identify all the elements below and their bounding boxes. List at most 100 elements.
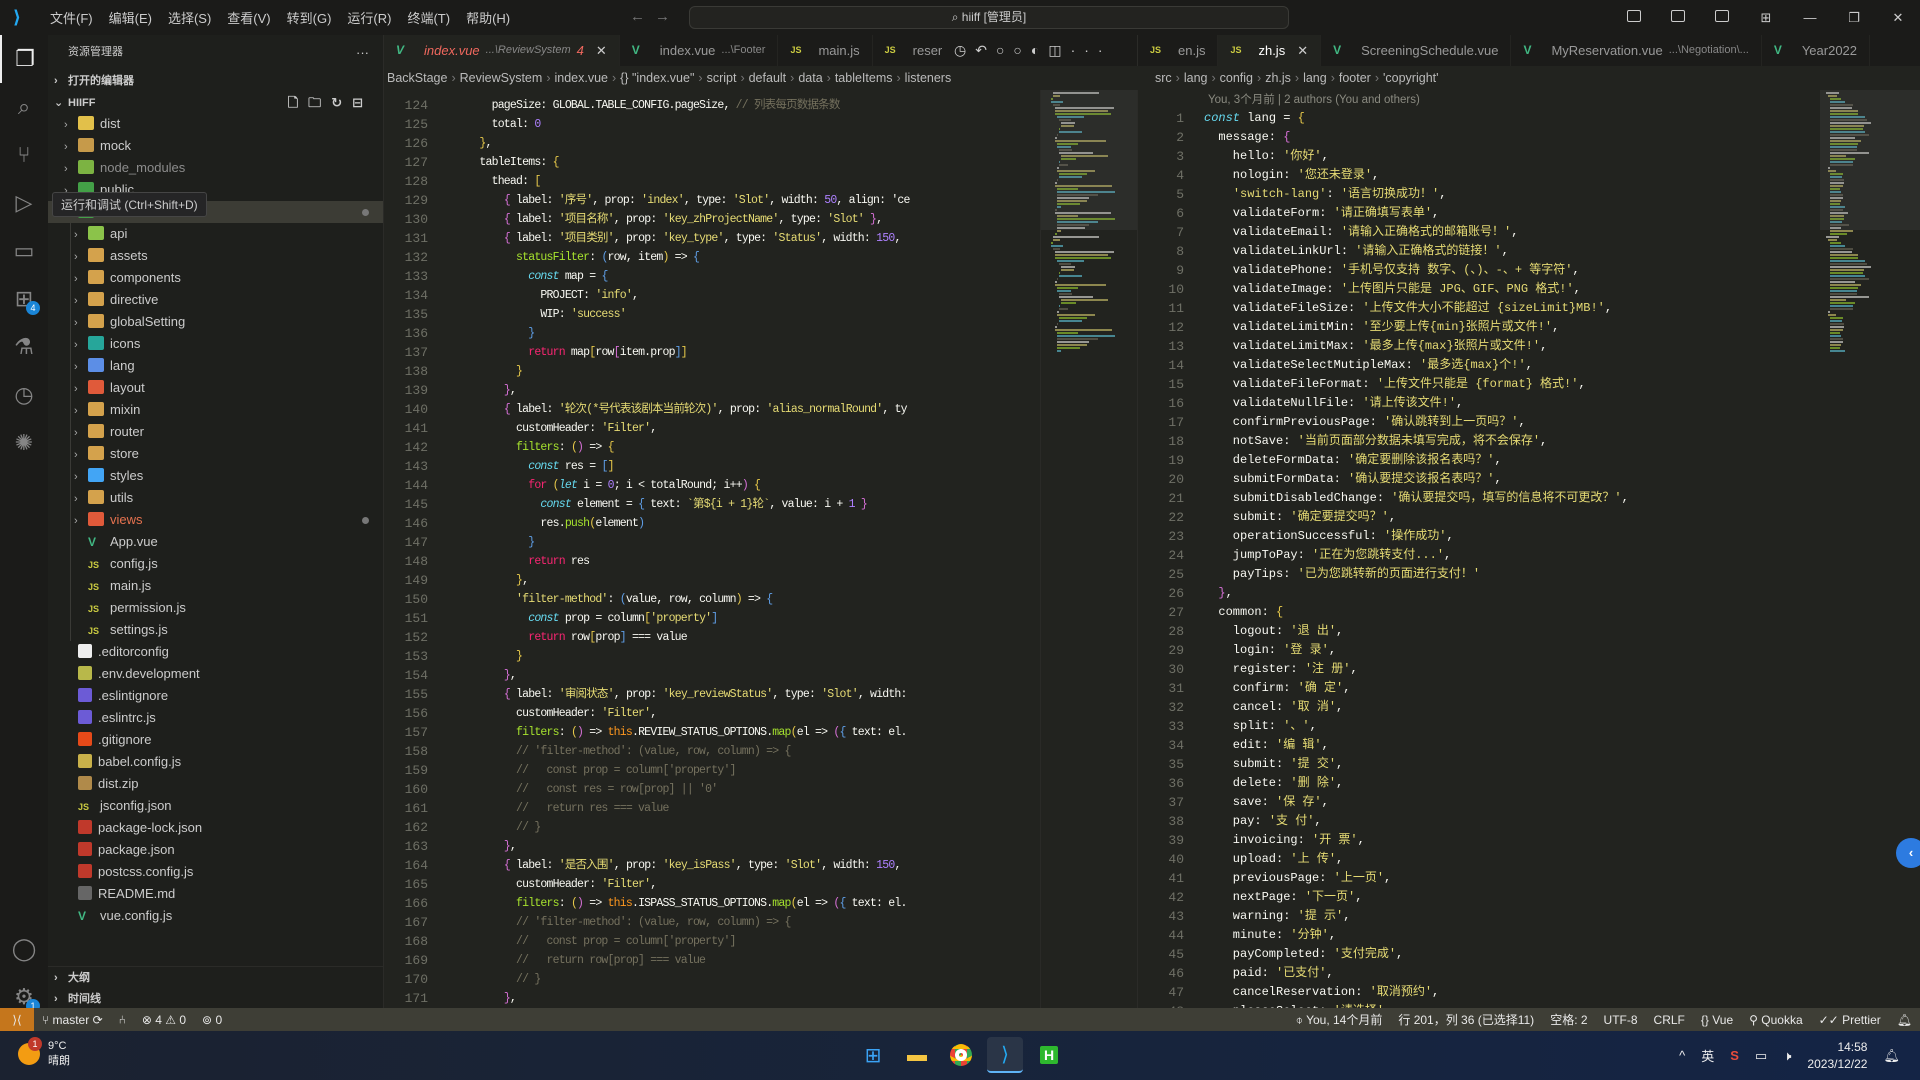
git-graph-icon[interactable]: ⑃ <box>111 1013 134 1027</box>
vscode-icon[interactable]: ⟩ <box>987 1037 1023 1073</box>
ime-indicator[interactable]: 英 <box>1701 1046 1714 1065</box>
code-line[interactable]: const res = [] <box>455 457 910 476</box>
sync-icon[interactable]: ⟳ <box>93 1013 103 1027</box>
volume-muted-icon[interactable]: 🕨 <box>1783 1048 1791 1064</box>
code-line[interactable]: const lang = { <box>1204 109 1629 128</box>
source-control-icon[interactable]: ⑂ <box>0 131 48 179</box>
tree-folder[interactable]: › api <box>48 223 383 245</box>
toggle-panel-icon[interactable] <box>1656 10 1700 25</box>
code-line[interactable]: validateForm: '请正确填写表单', <box>1204 204 1629 223</box>
close-button[interactable]: ✕ <box>1876 10 1920 26</box>
code-line[interactable]: const map = { <box>455 267 910 286</box>
code-line[interactable]: }, <box>455 989 910 1008</box>
tree-folder[interactable]: › styles <box>48 465 383 487</box>
breadcrumb-item[interactable]: ReviewSystem <box>460 71 543 85</box>
code-line[interactable]: { label: '项目类别', prop: 'key_type', type:… <box>455 229 910 248</box>
code-line[interactable]: warning: '提 示', <box>1204 907 1629 926</box>
code-line[interactable]: WIP: 'success' <box>455 305 910 324</box>
breadcrumb-item[interactable]: 'copyright' <box>1383 71 1439 85</box>
chatgpt-icon[interactable]: ✺ <box>0 419 48 467</box>
tree-file[interactable]: package.json <box>48 839 383 861</box>
code-line[interactable]: pay: '支 付', <box>1204 812 1629 831</box>
code-line[interactable]: }, <box>455 381 910 400</box>
weather-widget[interactable]: 1 9°C 晴朗 <box>18 1037 70 1069</box>
editor-tab[interactable]: Vindex.vue ...\ReviewSystem 4 ✕ <box>384 35 620 66</box>
open-changes-icon[interactable]: ◐ <box>1031 42 1048 58</box>
tree-file[interactable]: dist.zip <box>48 773 383 795</box>
editor-tab[interactable]: V Year2022 <box>1762 35 1871 66</box>
code-line[interactable]: 'switch-lang': '语言切换成功！', <box>1204 185 1629 204</box>
code-line[interactable]: customHeader: 'Filter', <box>455 875 910 894</box>
code-line[interactable]: // } <box>455 818 910 837</box>
timeline-icon[interactable]: ◷ <box>0 371 48 419</box>
tree-folder[interactable]: › node_modules <box>48 157 383 179</box>
nav-back-forward-icons[interactable]: ←→ <box>630 8 680 25</box>
refresh-icon[interactable]: ↻ <box>331 95 352 110</box>
breadcrumb-item[interactable]: lang <box>1184 71 1208 85</box>
code-line[interactable]: customHeader: 'Filter', <box>455 704 910 723</box>
tree-folder[interactable]: › assets <box>48 245 383 267</box>
menu-item[interactable]: 查看(V) <box>219 8 278 27</box>
code-line[interactable]: validateLimitMax: '最多上传{max}张照片或文件!', <box>1204 337 1629 356</box>
breadcrumb-item[interactable]: default <box>749 71 787 85</box>
tree-folder[interactable]: › icons <box>48 333 383 355</box>
code-line[interactable]: // return row[prop] === value <box>455 951 910 970</box>
clock[interactable]: 14:58 2023/12/22 <box>1807 1039 1867 1073</box>
code-line[interactable]: common: { <box>1204 603 1629 622</box>
code-line[interactable]: { label: '是否入围', prop: 'key_isPass', typ… <box>455 856 910 875</box>
collapse-all-icon[interactable]: ⊟ <box>352 95 373 110</box>
breadcrumb-item[interactable]: src <box>1155 71 1172 85</box>
menu-item[interactable]: 选择(S) <box>160 8 219 27</box>
tree-folder[interactable]: › directive <box>48 289 383 311</box>
right-code-editor[interactable]: You, 3个月前 | 2 authors (You and others) 1… <box>1137 90 1820 1008</box>
code-line[interactable]: jumpToPay: '正在为您跳转支付...', <box>1204 546 1629 565</box>
code-line[interactable]: payCompleted: '支付完成', <box>1204 945 1629 964</box>
prev-change-icon[interactable]: ○ <box>996 42 1013 58</box>
code-line[interactable]: customHeader: 'Filter', <box>455 419 910 438</box>
encoding[interactable]: UTF-8 <box>1596 1013 1646 1027</box>
code-line[interactable]: minute: '分钟', <box>1204 926 1629 945</box>
code-line[interactable]: }, <box>455 571 910 590</box>
breadcrumb-item[interactable]: zh.js <box>1265 71 1291 85</box>
code-line[interactable]: return res <box>455 552 910 571</box>
editor-tab[interactable]: V ScreeningSchedule.vue <box>1321 35 1512 66</box>
accounts-icon[interactable]: ◯ <box>0 925 48 973</box>
code-line[interactable]: } <box>455 324 910 343</box>
line-ending[interactable]: CRLF <box>1646 1013 1693 1027</box>
menu-item[interactable]: 文件(F) <box>42 8 101 27</box>
tree-folder[interactable]: › layout <box>48 377 383 399</box>
code-content[interactable]: pageSize: GLOBAL.TABLE_CONFIG.pageSize, … <box>455 96 910 1008</box>
maximize-button[interactable]: ❐ <box>1832 10 1876 26</box>
minimap[interactable] <box>1040 90 1137 1008</box>
code-line[interactable]: filters: () => this.ISPASS_STATUS_OPTION… <box>455 894 910 913</box>
notifications-bell-icon[interactable]: 🔔︎ <box>1889 1013 1920 1027</box>
code-line[interactable]: } <box>455 647 910 666</box>
code-line[interactable]: thead: [ <box>455 172 910 191</box>
toggle-secondary-sidebar-icon[interactable] <box>1700 10 1744 25</box>
code-line[interactable]: previousPage: '上一页', <box>1204 869 1629 888</box>
customize-layout-icon[interactable]: ⊞ <box>1744 10 1788 26</box>
code-line[interactable]: validateNullFile: '请上传该文件!', <box>1204 394 1629 413</box>
code-line[interactable]: submit: '确定要提交吗？', <box>1204 508 1629 527</box>
code-line[interactable]: tableItems: { <box>455 153 910 172</box>
menu-item[interactable]: 编辑(E) <box>101 8 160 27</box>
code-line[interactable]: notSave: '当前页面部分数据未填写完成，将不会保存', <box>1204 432 1629 451</box>
code-line[interactable]: nextPage: '下一页', <box>1204 888 1629 907</box>
code-line[interactable]: validateLinkUrl: '请输入正确格式的链接！', <box>1204 242 1629 261</box>
testing-icon[interactable]: ⚗ <box>0 323 48 371</box>
left-code-editor[interactable]: 124 125 126 127 128 129 130 131 132 133 134 135 136 1… <box>384 90 1040 1008</box>
code-content[interactable]: const lang = { message: { hello: '你好', n… <box>1204 109 1629 1008</box>
prettier-button[interactable]: ✓✓ Prettier <box>1811 1013 1889 1027</box>
breadcrumb-item[interactable]: lang <box>1303 71 1327 85</box>
tree-file[interactable]: JS main.js <box>48 575 383 597</box>
code-line[interactable]: payTips: '已为您跳转新的页面进行支付！' <box>1204 565 1629 584</box>
more-actions-icon[interactable]: ··· <box>356 35 369 70</box>
editor-tab[interactable]: Vindex.vue ...\Footer <box>620 35 779 66</box>
tree-folder[interactable]: › lang <box>48 355 383 377</box>
code-line[interactable]: pageSize: GLOBAL.TABLE_CONFIG.pageSize, … <box>455 96 910 115</box>
code-line[interactable]: submitFormData: '确认要提交该报名表吗？', <box>1204 470 1629 489</box>
hbuilder-icon[interactable]: H <box>1031 1037 1067 1073</box>
breadcrumb-item[interactable]: listeners <box>905 71 952 85</box>
code-line[interactable]: } <box>455 533 910 552</box>
toggle-sidebar-icon[interactable] <box>1612 10 1656 25</box>
